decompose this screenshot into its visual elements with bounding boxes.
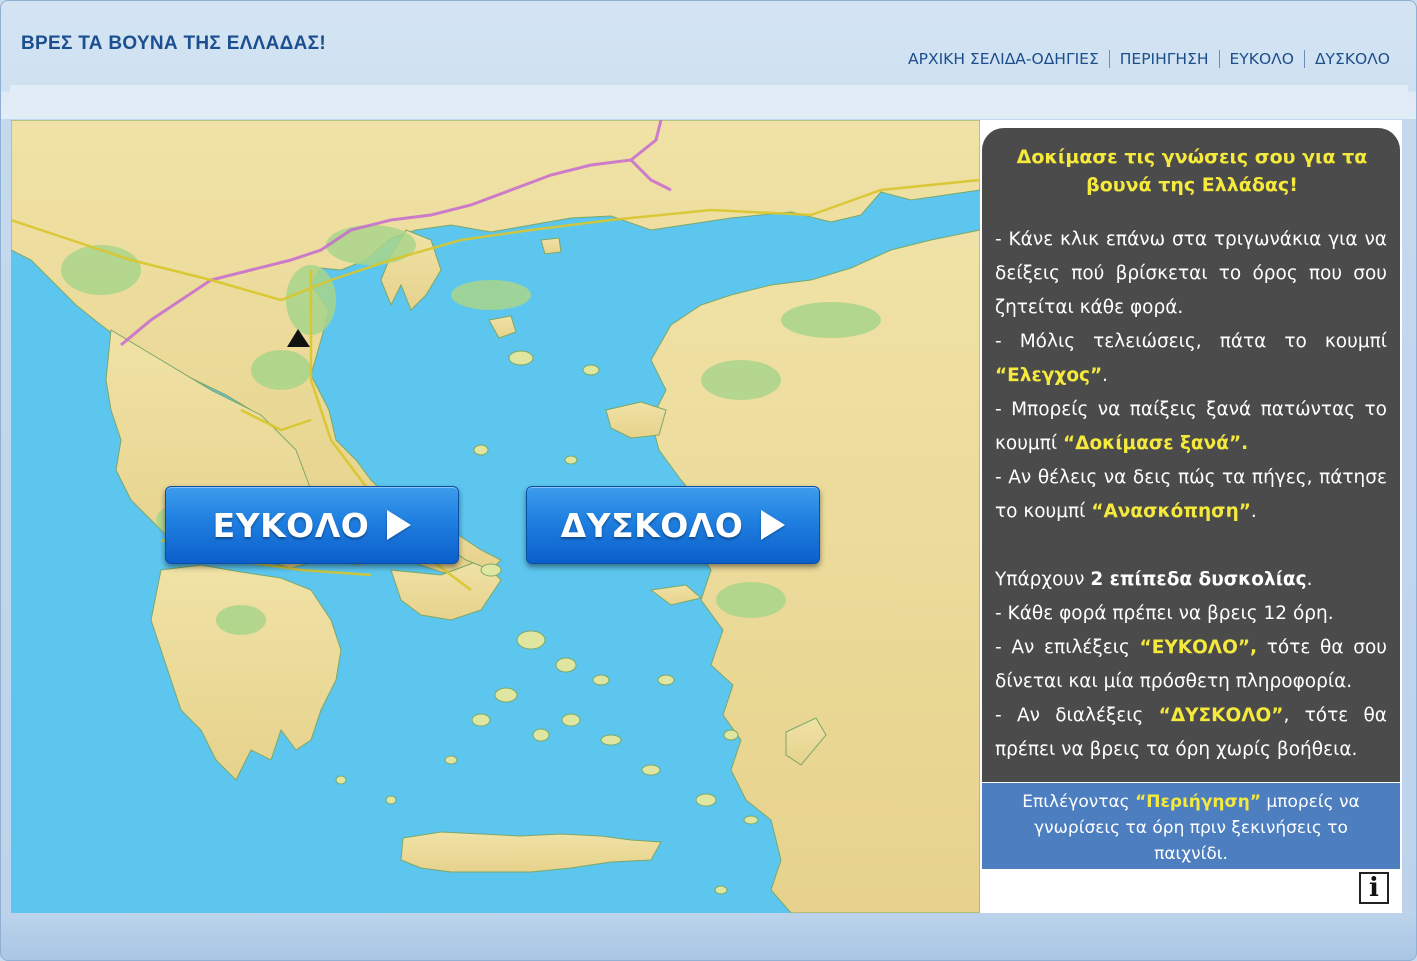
text: - Μόλις τελειώσεις, πάτα το κουμπί: [995, 331, 1387, 352]
info-icon[interactable]: i: [1359, 872, 1389, 904]
hard-highlight: “ΔΥΣΚΟΛΟ”: [1158, 705, 1284, 726]
instruction-line-2: - Μόλις τελειώσεις, πάτα το κουμπί “Ελεγ…: [995, 325, 1387, 393]
hard-button-label: ΔΥΣΚΟΛΟ: [560, 505, 744, 545]
text: .: [1306, 569, 1313, 590]
text: Επιλέγοντας: [1022, 792, 1136, 812]
text: .: [1102, 365, 1109, 386]
instruction-line-3: - Μπορείς να παίξεις ξανά πατώντας το κο…: [995, 393, 1387, 461]
instruction-line-7: - Αν επιλέξεις “ΕΥΚΟΛΟ”, τότε θα σου δίν…: [995, 631, 1387, 699]
app-title: ΒΡΕΣ ΤΑ ΒΟΥΝΑ ΤΗΣ ΕΛΛΑΔΑΣ!: [21, 33, 326, 54]
easy-button[interactable]: ΕΥΚΟΛΟ: [165, 486, 459, 564]
text: Υπάρχουν: [995, 569, 1091, 590]
panel-title: Δοκίμασε τις γνώσεις σου για τα βουνά τη…: [1016, 146, 1368, 196]
easy-highlight: “ΕΥΚΟΛΟ”,: [1139, 637, 1258, 658]
hard-button[interactable]: ΔΥΣΚΟΛΟ: [526, 486, 820, 564]
tour-hint-text: Επιλέγοντας “Περιήγηση” μπορείς να γνωρί…: [1004, 789, 1378, 867]
instruction-line-4: - Αν θέλεις να δεις πώς τα πήγες, πάτησε…: [995, 461, 1387, 529]
instructions-panel: Δοκίμασε τις γνώσεις σου για τα βουνά τη…: [980, 120, 1402, 913]
text: .: [1250, 501, 1257, 522]
tour-highlight: “Περιήγηση”: [1135, 792, 1262, 812]
instruction-line-6: - Κάθε φορά πρέπει να βρεις 12 όρη.: [995, 603, 1334, 624]
nav-tour[interactable]: ΠΕΡΙΗΓΗΣΗ: [1108, 50, 1219, 68]
instruction-line-8: - Αν διαλέξεις “ΔΥΣΚΟΛΟ”, τότε θα πρέπει…: [995, 699, 1387, 767]
play-icon: [761, 510, 786, 540]
levels-bold: 2 επίπεδα δυσκολίας: [1090, 569, 1307, 590]
nav-home-instructions[interactable]: ΑΡΧΙΚΗ ΣΕΛΙΔΑ-ΟΔΗΓΙΕΣ: [898, 50, 1109, 68]
text: - Αν επιλέξεις: [995, 637, 1140, 658]
easy-button-label: ΕΥΚΟΛΟ: [212, 505, 370, 545]
review-highlight: “Ανασκόπηση”: [1091, 501, 1251, 522]
instructions-box: Δοκίμασε τις γνώσεις σου για τα βουνά τη…: [982, 128, 1400, 782]
thasos: [540, 237, 562, 255]
nav-easy[interactable]: ΕΥΚΟΛΟ: [1218, 50, 1304, 68]
instruction-line-1: - Κάνε κλικ επάνω στα τριγωνάκια για να …: [995, 229, 1387, 318]
instruction-line-5: Υπάρχουν 2 επίπεδα δυσκολίας.: [995, 563, 1387, 597]
nav-hard[interactable]: ΔΥΣΚΟΛΟ: [1303, 50, 1390, 68]
tour-hint-box: Επιλέγοντας “Περιήγηση” μπορείς να γνωρί…: [982, 783, 1400, 869]
top-nav: ΑΡΧΙΚΗ ΣΕΛΙΔΑ-ΟΔΗΓΙΕΣ ΠΕΡΙΗΓΗΣΗ ΕΥΚΟΛΟ Δ…: [898, 50, 1390, 68]
instructions-text: - Κάνε κλικ επάνω στα τριγωνάκια για να …: [995, 223, 1387, 767]
app-window: ΒΡΕΣ ΤΑ ΒΟΥΝΑ ΤΗΣ ΕΛΛΑΔΑΣ! ΑΡΧΙΚΗ ΣΕΛΙΔΑ…: [0, 0, 1417, 961]
greece-map: ΕΥΚΟΛΟ ΔΥΣΚΟΛΟ: [11, 120, 980, 913]
text: - Αν διαλέξεις: [995, 705, 1159, 726]
map-graphic: [11, 120, 980, 913]
toolbar-band: [10, 85, 1408, 119]
retry-highlight: “Δοκίμασε ξανά”.: [1062, 433, 1249, 454]
check-highlight: “Ελεγχος”: [995, 365, 1103, 386]
play-icon: [387, 510, 412, 540]
